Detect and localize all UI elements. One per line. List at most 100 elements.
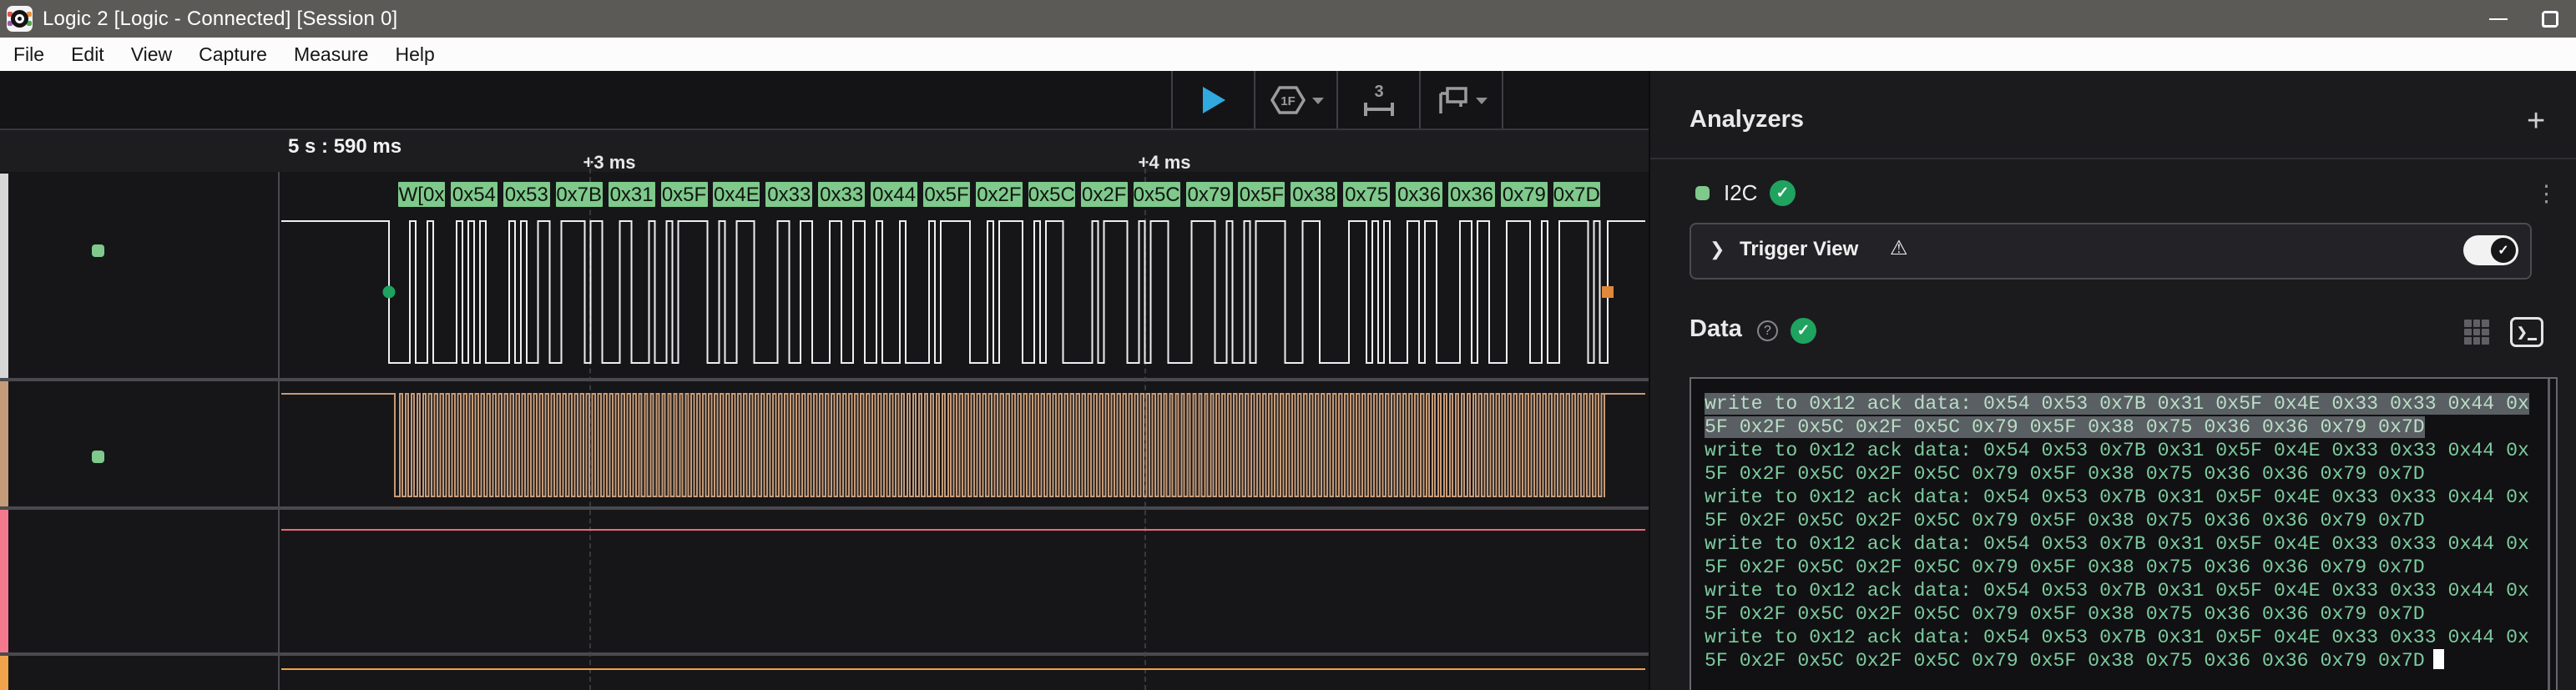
terminal-entry-text: write to 0x12 ack data: 0x54 0x53 0x7B 0…: [1705, 440, 2529, 485]
terminal-scrollbar[interactable]: [2548, 379, 2550, 690]
trigger-view-section[interactable]: ❯ Trigger View ⚠ ✓: [1690, 223, 2532, 280]
channel-color-strip[interactable]: [0, 381, 8, 506]
i2c-annotation: 0x79: [1501, 182, 1548, 207]
channel-analyzer-tag[interactable]: [92, 451, 114, 463]
menu-measure[interactable]: Measure: [280, 38, 381, 71]
minimize-icon: [2489, 18, 2508, 20]
channel-row-0: W[0x0x540x530x7B0x310x5F0x4E0x330x330x44…: [0, 174, 1649, 378]
add-analyzer-button[interactable]: +: [2527, 108, 2545, 133]
titlebar: Logic 2 [Logic - Connected] [Session 0]: [0, 0, 2576, 38]
menubar: FileEditViewCaptureMeasureHelp: [0, 38, 2576, 73]
analyzer-color-swatch: [1695, 186, 1710, 200]
channel-row-1: [0, 381, 1649, 506]
channel-color-strip[interactable]: [0, 174, 8, 378]
terminal-view-button[interactable]: ❯: [2510, 317, 2543, 347]
table-view-button[interactable]: [2464, 320, 2489, 345]
terminal-entry[interactable]: write to 0x12 ack data: 0x54 0x53 0x7B 0…: [1705, 392, 2529, 439]
analyzer-options-kebab-icon[interactable]: ⋮: [2535, 181, 2558, 207]
i2c-annotation-row: W[0x0x540x530x7B0x310x5F0x4E0x330x330x44…: [278, 174, 1649, 378]
flags-icon: [1436, 83, 1471, 117]
terminal-entry-text: write to 0x12 ack data: 0x54 0x53 0x7B 0…: [1705, 533, 2529, 578]
i2c-annotation: 0x5F: [661, 182, 708, 207]
terminal-entry[interactable]: write to 0x12 ack data: 0x54 0x53 0x7B 0…: [1705, 439, 2529, 486]
channel-row-2: [0, 510, 1649, 652]
channel-waveform-area: W[0x0x540x530x7B0x310x5F0x4E0x330x330x44…: [0, 172, 1649, 690]
analyzer-item-label: I2C: [1724, 180, 1757, 206]
annotations-button[interactable]: [1419, 71, 1503, 128]
terminal-cursor: [2433, 649, 2444, 669]
terminal-underscore-icon: [2528, 338, 2537, 340]
channel-color-strip[interactable]: [0, 510, 8, 652]
i2c-annotation: 0x5F: [1238, 182, 1285, 207]
timeline-ruler[interactable]: 5 s : 590 ms +3 ms+4 ms: [0, 130, 1649, 172]
i2c-annotation: 0x2F: [1081, 182, 1128, 207]
i2c-annotation: 0x53: [503, 182, 550, 207]
maximize-button[interactable]: [2524, 0, 2576, 38]
i2c-annotation: 0x44: [871, 182, 917, 207]
i2c-annotation: 0x4E: [713, 182, 760, 207]
analyzers-panel: Analyzers + I2C ✓ ⋮ ❯ Trigger View ⚠ ✓ D…: [1649, 71, 2576, 690]
i2c-annotation: 0x7D: [1553, 182, 1600, 207]
menu-help[interactable]: Help: [381, 38, 447, 71]
measure-icon: 3: [1361, 83, 1397, 118]
help-icon[interactable]: ?: [1757, 320, 1778, 341]
i2c-annotation: 0x79: [1186, 182, 1233, 207]
minimize-button[interactable]: [2472, 0, 2524, 38]
i2c-annotation: 0x75: [1343, 182, 1390, 207]
chevron-right-icon[interactable]: ❯: [1710, 239, 1725, 260]
i2c-annotation: W[0x: [398, 182, 445, 207]
i2c-annotation: 0x2F: [976, 182, 1023, 207]
analyzer-color-dot-icon: [92, 244, 104, 257]
i2c-annotation: 0x7B: [556, 182, 603, 207]
terminal-chevron-icon: ❯: [2517, 325, 2528, 340]
start-capture-button[interactable]: [1171, 71, 1254, 128]
terminal-entry[interactable]: write to 0x12 ack data: 0x54 0x53 0x7B 0…: [1705, 579, 2529, 626]
hexagon-radix-icon: 1F: [1269, 83, 1307, 117]
chevron-down-icon: [1476, 98, 1488, 104]
channel-analyzer-tag[interactable]: [92, 244, 114, 257]
terminal-entry[interactable]: write to 0x12 ack data: 0x54 0x53 0x7B 0…: [1705, 486, 2529, 532]
menu-edit[interactable]: Edit: [58, 38, 118, 71]
terminal-entry[interactable]: write to 0x12 ack data: 0x54 0x53 0x7B 0…: [1705, 626, 2529, 672]
capture-toolbar: 1F 3: [0, 71, 1649, 130]
warning-icon: ⚠: [1890, 236, 1908, 260]
data-status-check-icon: ✓: [1791, 318, 1816, 344]
logic2-logo-icon: [7, 6, 33, 32]
data-terminal[interactable]: write to 0x12 ack data: 0x54 0x53 0x7B 0…: [1690, 377, 2558, 690]
play-icon: [1200, 84, 1228, 116]
toggle-check-icon: ✓: [2491, 238, 2516, 263]
trigger-view-label: Trigger View: [1740, 238, 1858, 261]
data-title: Data: [1690, 315, 1742, 343]
i2c-annotation: 0x5C: [1134, 182, 1180, 207]
analyzer-status-check-icon: ✓: [1770, 180, 1796, 206]
waveform-channel-2: [278, 510, 1649, 652]
channel-row-3: [0, 656, 1649, 690]
trigger-view-toggle[interactable]: ✓: [2463, 235, 2518, 265]
i2c-annotation: 0x33: [765, 182, 812, 207]
measurements-button[interactable]: 3: [1336, 71, 1419, 128]
menu-file[interactable]: File: [0, 38, 58, 71]
terminal-entry-text: write to 0x12 ack data: 0x54 0x53 0x7B 0…: [1705, 486, 2529, 531]
svg-text:1F: 1F: [1280, 94, 1296, 108]
i2c-annotation: 0x5C: [1028, 182, 1075, 207]
waveform-i2c-scl: [278, 381, 1649, 506]
i2c-annotation: 0x36: [1396, 182, 1442, 207]
divider: [1650, 158, 2576, 159]
i2c-annotation: 0x38: [1291, 182, 1337, 207]
waveform-channel-3: [278, 656, 1649, 690]
restore-icon: [2542, 11, 2558, 28]
chevron-down-icon: [1312, 98, 1324, 104]
menu-capture[interactable]: Capture: [185, 38, 280, 71]
menu-view[interactable]: View: [118, 38, 185, 71]
i2c-annotation: 0x33: [818, 182, 865, 207]
i2c-annotation: 0x36: [1448, 182, 1495, 207]
i2c-annotation: 0x5F: [923, 182, 970, 207]
i2c-annotation: 0x31: [609, 182, 655, 207]
channel-color-strip[interactable]: [0, 656, 8, 690]
logic2-app: Logic 2 [Logic - Connected] [Session 0] …: [0, 0, 2576, 690]
display-radix-button[interactable]: 1F: [1254, 71, 1336, 128]
timeline-absolute-time: 5 s : 590 ms: [288, 135, 402, 159]
terminal-entry[interactable]: write to 0x12 ack data: 0x54 0x53 0x7B 0…: [1705, 532, 2529, 579]
capture-area: 1F 3: [0, 71, 1649, 690]
i2c-annotation: 0x54: [451, 182, 498, 207]
